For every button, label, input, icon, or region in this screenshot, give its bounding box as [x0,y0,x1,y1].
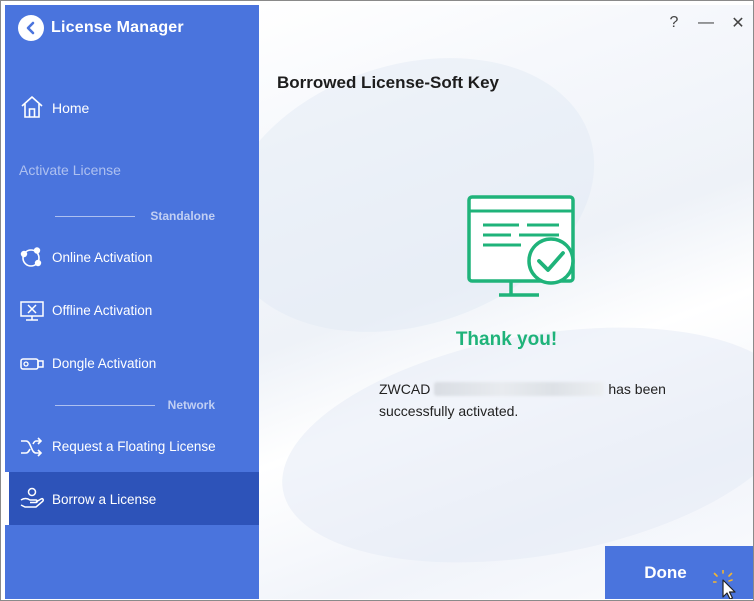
sidebar-item-label: Online Activation [52,250,153,265]
sidebar-item-request-floating-license[interactable]: Request a Floating License [5,425,259,469]
divider-line [55,216,135,217]
window-controls: ? — ✕ [658,5,753,41]
monitor-checkmark-icon [467,195,575,297]
sidebar-item-label: Offline Activation [52,303,153,318]
sidebar-item-borrow-license[interactable]: Borrow a License [5,472,259,525]
sidebar-item-label: Home [52,100,90,116]
app-header: License Manager [5,5,259,51]
usb-dongle-icon [20,358,44,370]
page-title: Borrowed License-Soft Key [277,73,499,92]
sidebar-item-dongle-activation[interactable]: Dongle Activation [5,342,259,386]
product-name: ZWCAD [379,381,431,397]
app-title: License Manager [51,19,184,36]
close-button[interactable]: ✕ [722,5,753,41]
group-label-standalone: Standalone [150,209,215,223]
divider-line [55,405,155,406]
done-button-label: Done [644,562,687,582]
back-button[interactable] [18,15,44,41]
group-divider-network: Network [55,398,217,412]
shuffle-icon [21,437,43,457]
monitor-x-icon [20,301,44,321]
license-manager-window: License Manager Home Activate License St… [0,0,754,601]
sidebar-item-label: Dongle Activation [52,356,157,371]
minimize-button[interactable]: — [690,5,722,41]
redacted-edition [434,382,605,396]
sidebar: License Manager Home Activate License St… [5,5,259,599]
sidebar-item-home[interactable]: Home [5,85,259,127]
sidebar-item-online-activation[interactable]: Online Activation [5,236,259,280]
message-line-2: successfully activated. [379,403,519,419]
sidebar-item-label: Borrow a License [52,492,157,507]
help-button[interactable]: ? [658,5,690,41]
hand-user-icon [20,487,44,508]
group-label-network: Network [167,398,215,412]
thank-you-heading: Thank you! [455,329,558,350]
sidebar-item-label: Request a Floating License [52,439,216,454]
message-suffix: has been [608,381,666,397]
mouse-cursor-icon [713,570,736,599]
sidebar-item-offline-activation[interactable]: Offline Activation [5,289,259,333]
back-arrow-icon [26,21,35,35]
activation-message: ZWCAD has been successfully activated. [379,378,689,422]
main-content: ? — ✕ Borrowed License-Soft Key Thank yo… [259,5,753,599]
section-title-activate: Activate License [19,162,121,178]
group-divider-standalone: Standalone [55,209,217,223]
home-icon [21,96,43,118]
cloud-nodes-icon [20,247,42,267]
